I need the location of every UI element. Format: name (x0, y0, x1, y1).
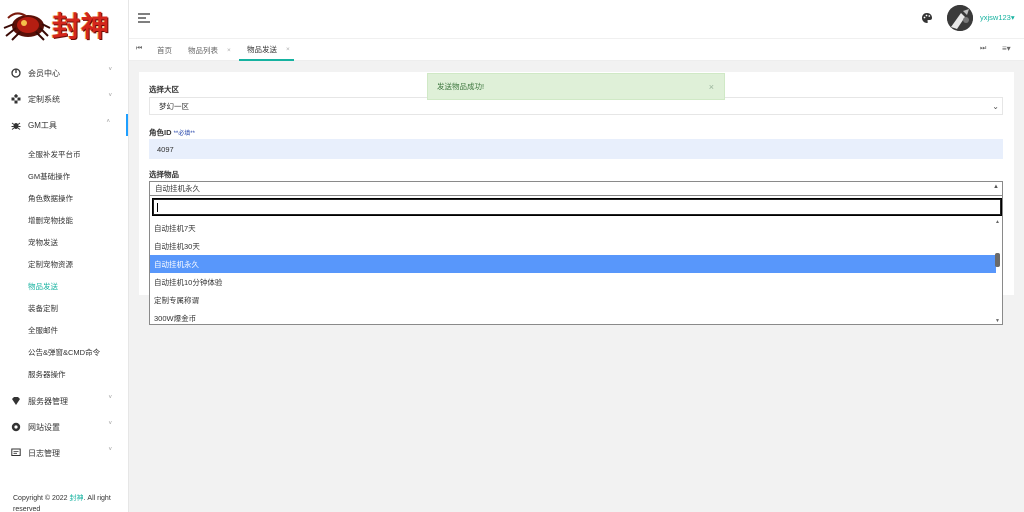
sidebar-nav: 会员中心 ˅ 定制系统 ˅ GM工具 ˄ 全服补发平台币 GM基础操作 角色数据… (0, 62, 128, 468)
chevron-down-icon: ˅ (108, 67, 112, 73)
chevron-up-icon: ˄ (106, 119, 110, 125)
scroll-up-icon[interactable]: ▲ (995, 219, 1000, 225)
sidebar-item-server-management[interactable]: 服务器管理 ˅ (0, 390, 128, 412)
text-cursor (157, 203, 158, 212)
item-select-dropdown: 自动挂机7天 自动挂机30天 自动挂机永久 自动挂机10分钟体验 定制专属称谓 … (149, 196, 1003, 325)
gm-tools-submenu: 全服补发平台币 GM基础操作 角色数据操作 增删宠物技能 宠物发送 定制宠物资源… (0, 143, 128, 385)
settings-circle-icon (11, 422, 21, 432)
chevron-down-icon: ˅ (108, 421, 112, 427)
chevron-down-icon: ˅ (108, 93, 112, 99)
submenu-item[interactable]: 宠物发送 (28, 231, 128, 253)
submenu-item[interactable]: 服务器操作 (28, 363, 128, 385)
sidebar-item-label: 服务器管理 (28, 396, 68, 406)
item-option[interactable]: 自动挂机30天 (150, 237, 996, 255)
sidebar-item-gm-tools[interactable]: GM工具 ˄ (0, 114, 128, 136)
item-select-toggle[interactable]: 自动挂机永久 ▲ (149, 181, 1003, 196)
item-option[interactable]: 自动挂机7天 (150, 219, 996, 237)
submenu-item[interactable]: 定制宠物资源 (28, 253, 128, 275)
diamond-icon (11, 396, 21, 406)
logo-bug-icon (3, 12, 51, 41)
tab-home[interactable]: 首页 (157, 39, 172, 61)
user-circle-icon (11, 68, 21, 78)
tab-item-list[interactable]: 物品列表 × (188, 39, 231, 61)
submenu-item[interactable]: 增删宠物技能 (28, 209, 128, 231)
sidebar-item-label: GM工具 (28, 120, 57, 130)
top-header: yxjsw123▾ (129, 0, 1024, 38)
submenu-item[interactable]: 装备定制 (28, 297, 128, 319)
item-option[interactable]: 自动挂机10分钟体验 (150, 273, 996, 291)
menu-toggle-icon[interactable] (138, 13, 150, 23)
required-note: **必填** (173, 131, 195, 137)
options-scrollbar[interactable]: ▲ ▼ (994, 219, 1001, 324)
chevron-down-icon: ⌄ (992, 102, 999, 111)
logo[interactable]: 封神 (0, 0, 129, 48)
close-icon[interactable]: × (709, 82, 714, 92)
submenu-item[interactable]: 全服邮件 (28, 319, 128, 341)
sidebar-item-label: 会员中心 (28, 68, 60, 78)
sidebar-item-member-center[interactable]: 会员中心 ˅ (0, 62, 128, 84)
sidebar-item-label: 日志管理 (28, 448, 60, 458)
message-icon (11, 448, 21, 458)
sidebar: 封神 会员中心 ˅ 定制系统 ˅ GM工具 ˄ 全服补发平台币 GM基础操作 角… (0, 0, 129, 512)
sidebar-item-label: 网站设置 (28, 422, 60, 432)
item-select: 自动挂机永久 ▲ 自动挂机7天 自动挂机30天 自动挂机永久 自动挂机10分钟体… (149, 181, 1003, 325)
palette-icon[interactable] (921, 12, 933, 24)
scroll-down-icon[interactable]: ▼ (995, 318, 1000, 324)
item-select-label: 选择物品 (149, 170, 179, 179)
tab-prev-icon[interactable]: ⏮ (136, 45, 142, 53)
item-search-input[interactable] (152, 198, 1002, 216)
sidebar-item-custom-system[interactable]: 定制系统 ˅ (0, 88, 128, 110)
apps-icon (11, 94, 21, 104)
avatar[interactable] (947, 5, 973, 31)
submenu-item[interactable]: GM基础操作 (28, 165, 128, 187)
chevron-down-icon: ˅ (108, 395, 112, 401)
item-option[interactable]: 定制专属称谓 (150, 291, 996, 309)
sidebar-item-site-settings[interactable]: 网站设置 ˅ (0, 416, 128, 438)
tab-next-icon[interactable]: ⏭ (980, 45, 986, 53)
sidebar-item-label: 定制系统 (28, 94, 60, 104)
tab-item-send[interactable]: 物品发送 × (239, 39, 294, 61)
submenu-item-active[interactable]: 物品发送 (28, 275, 128, 297)
item-option-highlighted[interactable]: 自动挂机永久 (150, 255, 996, 273)
bug-icon (11, 120, 21, 130)
close-icon[interactable]: × (227, 47, 231, 54)
item-options-list: 自动挂机7天 自动挂机30天 自动挂机永久 自动挂机10分钟体验 定制专属称谓 … (150, 219, 996, 327)
role-id-input[interactable]: 4097 (149, 139, 1003, 159)
username-dropdown[interactable]: yxjsw123▾ (980, 13, 1015, 22)
region-label: 选择大区 (149, 85, 179, 94)
scrollbar-thumb[interactable] (995, 253, 1000, 267)
tab-bar: ⏮ 首页 物品列表 × 物品发送 × ⏭ ≡▾ (129, 38, 1024, 61)
chevron-down-icon: ˅ (108, 447, 112, 453)
role-id-label: 角色ID **必填** (149, 128, 195, 137)
close-icon[interactable]: × (286, 46, 290, 53)
logo-text: 封神 (52, 10, 111, 43)
submenu-item[interactable]: 全服补发平台币 (28, 143, 128, 165)
sidebar-item-log-management[interactable]: 日志管理 ˅ (0, 442, 128, 464)
footer-brand-link[interactable]: 封神 (70, 495, 84, 502)
item-option[interactable]: 300W爆金币 (150, 309, 996, 327)
success-toast: 发送物品成功! × (427, 73, 725, 100)
submenu-item[interactable]: 角色数据操作 (28, 187, 128, 209)
caret-up-icon: ▲ (993, 184, 999, 190)
copyright-footer: Copyright © 2022 封神. All right reserved (13, 495, 111, 512)
submenu-item[interactable]: 公告&弹窗&CMD命令 (28, 341, 128, 363)
tab-menu-icon[interactable]: ≡▾ (1002, 44, 1011, 53)
